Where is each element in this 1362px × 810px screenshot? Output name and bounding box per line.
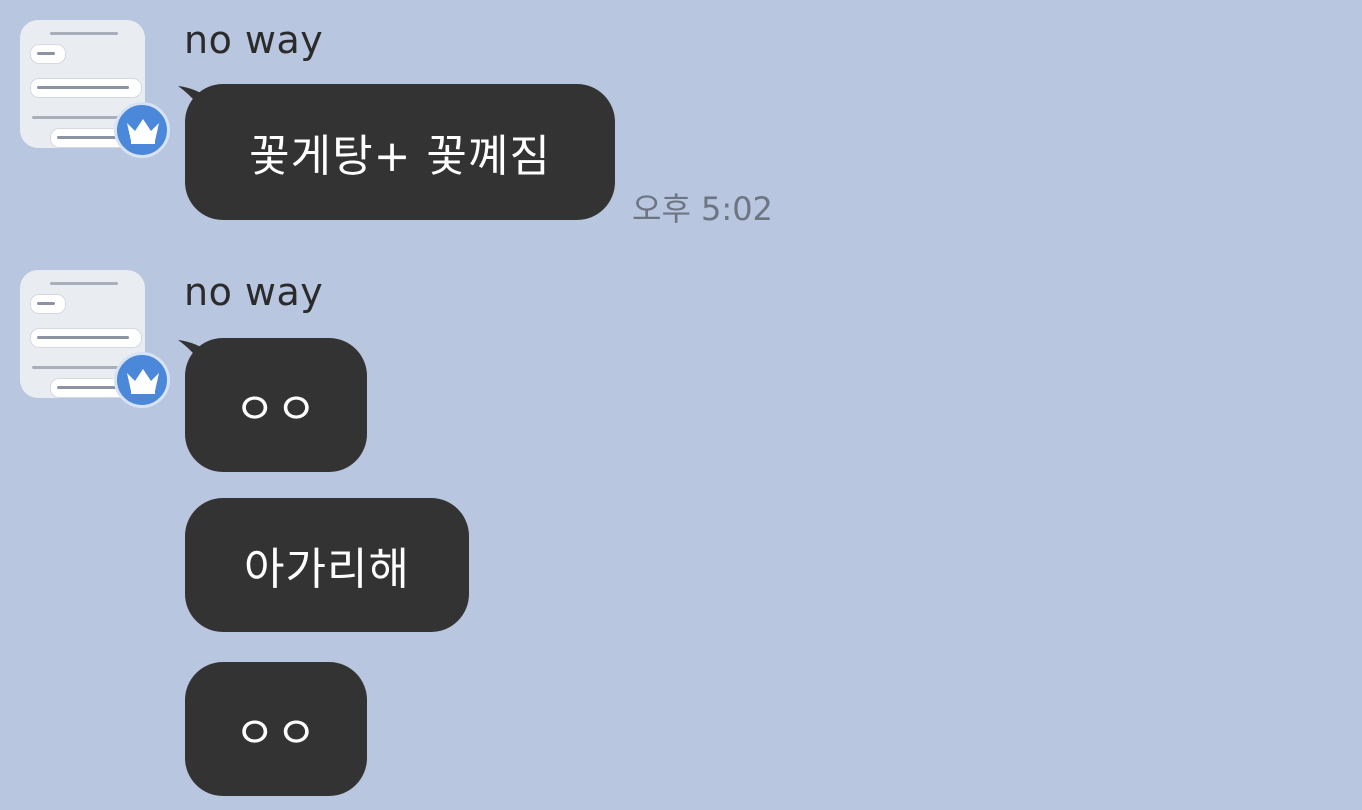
sender-name: no way xyxy=(184,18,324,62)
message-text: 아가리해 xyxy=(244,544,410,595)
sender-name: no way xyxy=(184,270,324,314)
avatar[interactable] xyxy=(10,12,170,158)
message-text: 꽃게탕+ 꽃꼐짐 xyxy=(249,131,551,182)
message-text: ㅇㅇ xyxy=(234,708,318,759)
crown-icon xyxy=(127,119,159,144)
message-timestamp: 오후 5:02 xyxy=(632,190,773,228)
message-bubble[interactable]: 아가리해 xyxy=(185,498,469,632)
chat-view: no way 꽃게탕+ 꽃꼐짐 오후 5:02 no way ㅇㅇ 아가리해 ㅇ… xyxy=(0,0,1362,810)
crown-badge xyxy=(114,352,170,408)
crown-icon xyxy=(127,369,159,394)
message-bubble[interactable]: ㅇㅇ xyxy=(185,662,367,796)
message-bubble[interactable]: 꽃게탕+ 꽃꼐짐 xyxy=(185,84,615,220)
crown-badge xyxy=(114,102,170,158)
message-bubble[interactable]: ㅇㅇ xyxy=(185,338,367,472)
message-text: ㅇㅇ xyxy=(234,384,318,435)
avatar[interactable] xyxy=(10,262,170,408)
